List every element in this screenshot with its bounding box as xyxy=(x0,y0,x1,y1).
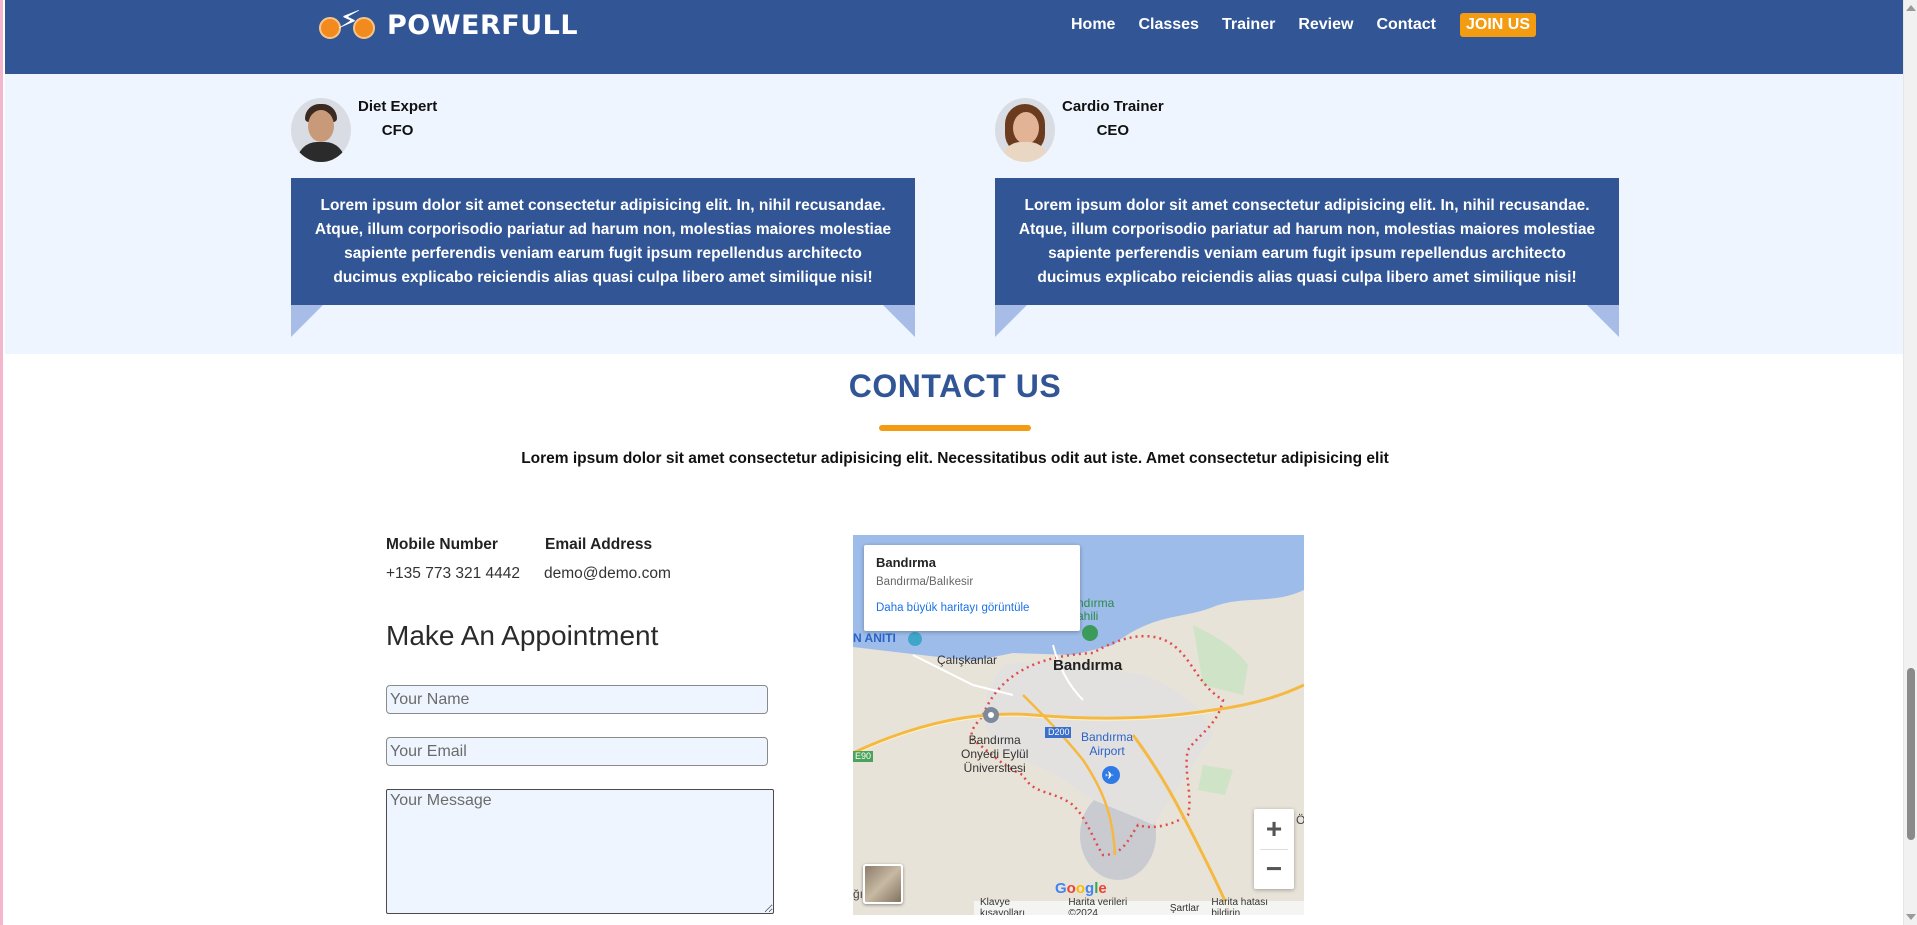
logo-mark-icon: ⚡ xyxy=(313,2,385,46)
email-input[interactable] xyxy=(386,737,768,766)
logo[interactable]: ⚡ POWERFULL xyxy=(313,2,579,46)
google-logo: Google xyxy=(1055,880,1107,897)
map-label-edge-o: Ö xyxy=(1296,813,1304,827)
testimonial-person: Cardio Trainer CEO xyxy=(995,98,1164,162)
keyboard-shortcuts-link[interactable]: Klavye kısayolları xyxy=(974,897,1062,915)
testimonial-person: Diet Expert CFO xyxy=(291,98,437,162)
map-label-caliskanlar: Çalışkanlar xyxy=(937,653,998,667)
mobile-label: Mobile Number xyxy=(386,536,498,553)
page-scrollbar[interactable] xyxy=(1903,0,1917,925)
testimonial-role: CEO xyxy=(1096,122,1130,139)
map-footer: Klavye kısayolları Harita verileri ©2024… xyxy=(974,897,1304,915)
scroll-thumb[interactable] xyxy=(1907,668,1915,840)
map-label-beach: ndırma ahili xyxy=(1077,596,1115,623)
road-d200: D200 xyxy=(1048,727,1070,737)
main-nav: Home Classes Trainer Review Contact JOIN… xyxy=(1071,13,1537,37)
nav-home[interactable]: Home xyxy=(1071,16,1115,34)
logo-text: POWERFULL xyxy=(387,9,579,41)
testimonials-section: Diet Expert CFO Lorem ipsum dolor sit am… xyxy=(5,74,1903,354)
terms-link[interactable]: Şartlar xyxy=(1164,903,1205,914)
avatar xyxy=(995,98,1055,162)
map-label-university: Bandırma Onyedi Eylül Üniversitesi xyxy=(961,733,1029,775)
email-value: demo@demo.com xyxy=(544,565,671,582)
name-input[interactable] xyxy=(386,685,768,714)
site-header: ⚡ POWERFULL Home Classes Trainer Review … xyxy=(5,0,1903,74)
avatar xyxy=(291,98,351,162)
quote-fold-decoration xyxy=(995,305,1027,337)
embedded-map[interactable]: ✈ N ANITI Çalışkanlar Bandırma ndırma ah… xyxy=(853,535,1304,915)
nav-review[interactable]: Review xyxy=(1298,16,1353,34)
report-map-error-link[interactable]: Harita hatası bildirin xyxy=(1205,897,1304,915)
map-card-subtitle: Bandırma/Balıkesir xyxy=(876,576,974,588)
contact-title: CONTACT US xyxy=(848,368,1062,404)
map-data-text: Harita verileri ©2024 xyxy=(1068,897,1128,915)
view-larger-map-link[interactable]: Daha büyük haritayı görüntüle xyxy=(876,602,1068,614)
email-label: Email Address xyxy=(545,536,653,553)
map-info-card: Bandırma Bandırma/Balıkesir Daha büyük h… xyxy=(864,545,1080,631)
svg-text:✈: ✈ xyxy=(1105,769,1114,782)
nav-contact[interactable]: Contact xyxy=(1376,16,1436,34)
testimonial-name: Diet Expert xyxy=(358,98,438,115)
map-label-anitı: N ANITI xyxy=(853,631,896,645)
map-label-city: Bandırma xyxy=(1053,657,1123,674)
contact-subtitle: Lorem ipsum dolor sit amet consectetur a… xyxy=(521,450,1389,467)
testimonial-role: CFO xyxy=(381,122,414,139)
message-textarea[interactable] xyxy=(386,789,774,914)
testimonial-quote: Lorem ipsum dolor sit amet consectetur a… xyxy=(291,178,915,305)
testimonial-name: Cardio Trainer xyxy=(1062,98,1164,115)
quote-fold-decoration xyxy=(291,305,323,337)
title-underline xyxy=(879,425,1031,431)
quote-fold-decoration xyxy=(1587,305,1619,337)
scroll-down-arrow-icon[interactable] xyxy=(1906,914,1916,920)
quote-fold-decoration xyxy=(883,305,915,337)
map-label-edge-g: ğı xyxy=(853,887,864,901)
nav-classes[interactable]: Classes xyxy=(1138,16,1199,34)
zoom-out-button[interactable]: − xyxy=(1254,849,1294,889)
satellite-toggle-button[interactable] xyxy=(863,864,903,904)
map-label-airport: Bandırma Airport xyxy=(1081,730,1134,758)
map-card-title: Bandırma xyxy=(876,555,936,570)
scroll-up-arrow-icon[interactable] xyxy=(1906,5,1916,11)
appointment-title: Make An Appointment xyxy=(386,620,659,651)
nav-trainer[interactable]: Trainer xyxy=(1222,16,1275,34)
road-e90: E90 xyxy=(855,751,872,761)
zoom-in-button[interactable]: + xyxy=(1254,809,1294,849)
join-us-button[interactable]: JOIN US xyxy=(1460,13,1537,37)
mobile-value: +135 773 321 4442 xyxy=(386,565,521,582)
testimonial-quote: Lorem ipsum dolor sit amet consectetur a… xyxy=(995,178,1619,305)
map-zoom-controls: + − xyxy=(1254,809,1294,889)
